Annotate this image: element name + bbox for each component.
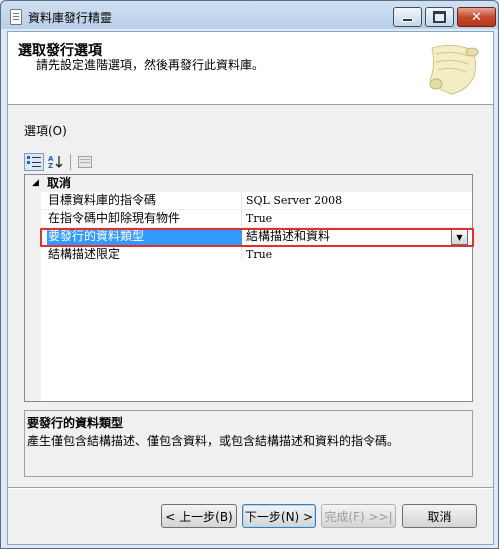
svg-text:Z: Z [48,162,53,169]
document-icon [10,9,22,25]
property-name: 在指令碼中卸除現有物件 [48,211,181,225]
maximize-button[interactable] [425,7,454,27]
property-value[interactable]: True [246,246,272,263]
window-title: 資料庫發行精靈 [28,11,113,25]
property-grid-inner: ◢ 取消 目標資料庫的指令碼 SQL Server 2008 在指令碼中卸除現有… [25,175,472,401]
back-button[interactable]: < 上一步(B) [161,504,237,528]
property-grid-toolbar: A Z [24,152,95,172]
category-row[interactable]: ◢ 取消 [25,175,472,192]
categorized-icon [27,156,41,167]
finish-button[interactable]: 完成(F) >>| [321,504,396,528]
footer-divider [8,487,493,488]
highlight-box [40,228,474,247]
minimize-icon [402,18,413,22]
cancel-button[interactable]: 取消 [402,504,477,528]
property-value[interactable]: SQL Server 2008 [246,192,342,209]
minimize-button[interactable] [393,7,422,27]
alphabetical-icon: A Z [48,155,63,169]
property-row[interactable]: 目標資料庫的指令碼 SQL Server 2008 [25,192,472,209]
next-button[interactable]: 下一步(N) > [242,504,316,528]
title-bar[interactable]: 資料庫發行精靈 ✕ [1,1,498,31]
property-row[interactable]: 結構描述限定 True [25,246,472,263]
property-grid[interactable]: ◢ 取消 目標資料庫的指令碼 SQL Server 2008 在指令碼中卸除現有… [24,174,473,402]
property-pages-icon [78,156,92,168]
close-icon: ✕ [471,9,482,25]
description-text: 產生僅包含結構描述、僅包含資料，或包含結構描述和資料的指令碼。 [27,434,400,448]
wizard-header: 選取發行選項 請先設定進階選項，然後再發行此資料庫。 [8,32,493,105]
property-value[interactable]: True [246,210,272,227]
wizard-window: 資料庫發行精靈 ✕ 選取發行選項 請先設定進階選項，然後再發行此資料庫。 選項(… [0,0,499,549]
description-panel: 要發行的資料類型 產生僅包含結構描述、僅包含資料，或包含結構描述和資料的指令碼。 [24,410,473,477]
property-row[interactable]: 在指令碼中卸除現有物件 True [25,210,472,227]
category-label: 取消 [47,176,72,190]
property-name: 結構描述限定 [48,247,121,261]
scroll-icon [429,44,479,95]
property-name: 目標資料庫的指令碼 [48,193,157,207]
page-subtitle: 請先設定進階選項，然後再發行此資料庫。 [36,58,265,72]
maximize-icon [433,11,446,23]
toolbar-separator [70,154,71,170]
wizard-client-area: 選取發行選項 請先設定進階選項，然後再發行此資料庫。 選項(O) A Z ◢ 取… [7,31,494,545]
alphabetical-button[interactable]: A Z [46,153,66,171]
description-title: 要發行的資料類型 [27,416,124,430]
categorized-button[interactable] [24,153,44,171]
close-button[interactable]: ✕ [457,7,496,27]
options-label: 選項(O) [24,124,67,138]
collapse-icon[interactable]: ◢ [32,175,39,192]
property-pages-button[interactable] [75,153,95,171]
